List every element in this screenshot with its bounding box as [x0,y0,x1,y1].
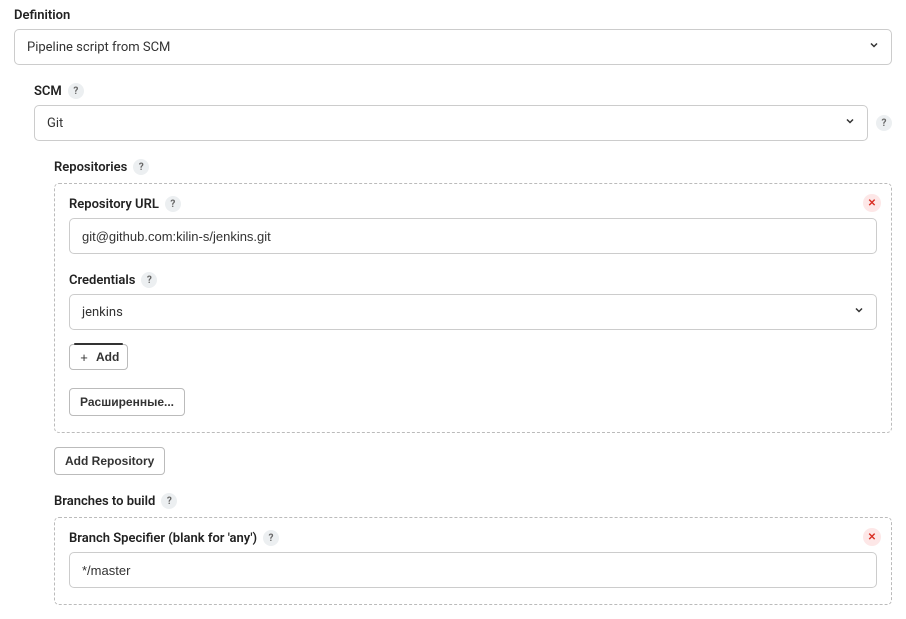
scm-select[interactable]: Git [34,105,868,141]
definition-select[interactable]: Pipeline script from SCM [14,29,892,65]
credentials-label: Credentials ? [69,272,877,288]
add-credentials-button[interactable]: + Add [69,344,128,370]
help-icon[interactable]: ? [141,272,157,288]
delete-icon[interactable]: ✕ [863,194,881,212]
repositories-label: Repositories ? [54,159,892,175]
advanced-button[interactable]: Расширенные... [69,388,185,416]
help-icon[interactable]: ? [133,159,149,175]
help-icon[interactable]: ? [165,196,181,212]
definition-select-value: Pipeline script from SCM [14,29,892,65]
repository-url-input[interactable] [69,218,877,254]
delete-icon[interactable]: ✕ [863,528,881,546]
branches-label: Branches to build ? [54,493,892,509]
scm-select-value: Git [34,105,868,141]
definition-label: Definition [14,8,892,23]
help-icon[interactable]: ? [161,493,177,509]
repository-block: ✕ Repository URL ? Credentials ? jenkins… [54,183,892,433]
help-icon[interactable]: ? [263,530,279,546]
credentials-select[interactable]: jenkins [69,294,877,330]
repository-url-label: Repository URL ? [69,196,877,212]
help-icon[interactable]: ? [68,83,84,99]
branch-specifier-label: Branch Specifier (blank for 'any') ? [69,530,877,546]
branch-specifier-input[interactable] [69,552,877,588]
plus-icon: + [78,351,90,363]
help-icon[interactable]: ? [876,115,892,131]
scm-label: SCM ? [34,83,892,99]
credentials-select-value: jenkins [69,294,877,330]
branch-block: ✕ Branch Specifier (blank for 'any') ? [54,517,892,605]
add-repository-button[interactable]: Add Repository [54,447,165,475]
